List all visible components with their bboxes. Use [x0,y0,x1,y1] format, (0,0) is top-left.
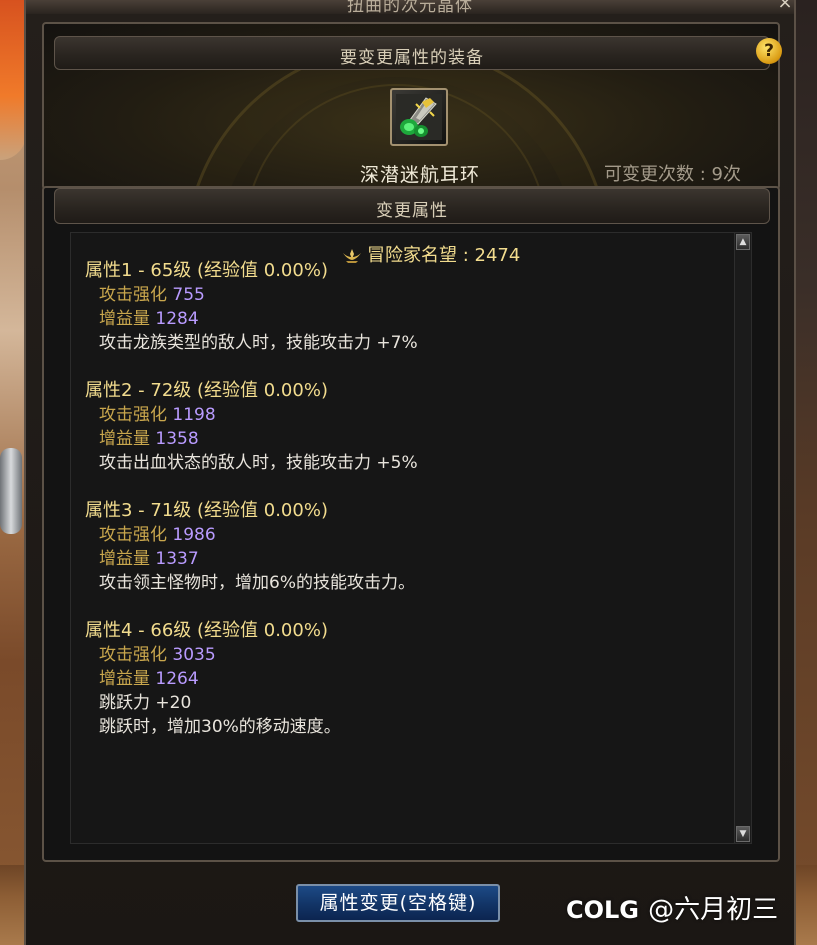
attribute-group-4: 属性4 - 66级 (经验值 0.00%) 攻击强化 3035 增益量 1264… [71,619,731,739]
attribute-effect: 攻击出血状态的敌人时，技能攻击力 +5% [99,453,418,473]
attack-boost-label: 攻击强化 [99,285,167,305]
buff-power-row: 增益量 1358 [71,427,731,451]
attack-boost-value: 3035 [172,645,216,665]
buff-power-row: 增益量 1337 [71,547,731,571]
attribute-effect: 跳跃力 +20 [99,693,192,713]
attributes-scrollbar[interactable]: ▲ ▼ [734,233,751,843]
attack-boost-row: 攻击强化 755 [71,283,731,307]
attack-boost-row: 攻击强化 3035 [71,643,731,667]
equipment-name: 深潜迷航耳环 [359,164,480,186]
watermark-brand: COLG [566,896,640,924]
attribute-effect: 攻击领主怪物时，增加6%的技能攻击力。 [99,573,415,593]
background-pole [0,448,22,534]
buff-power-row: 增益量 1264 [71,667,731,691]
attribute-group-1: 属性1 - 65级 (经验值 0.00%) 攻击强化 755 增益量 1284 … [71,259,731,355]
buff-power-value: 1284 [155,309,199,329]
buff-power-label: 增益量 [99,429,150,449]
attribute-effect: 跳跃时，增加30%的移动速度。 [99,717,341,737]
attack-boost-row: 攻击强化 1198 [71,403,731,427]
close-button[interactable]: × [774,0,796,12]
buff-power-value: 1264 [155,669,199,689]
buff-power-label: 增益量 [99,309,150,329]
attack-boost-value: 1198 [172,405,216,425]
watermark: COLG @六月初三 [566,889,778,926]
help-button[interactable]: ? [756,38,782,64]
equipment-panel-title: 要变更属性的装备 [340,48,484,68]
attribute-effect: 攻击龙族类型的敌人时，技能攻击力 +7% [99,333,418,353]
attack-boost-value: 1986 [172,525,216,545]
attribute-title: 属性3 - 71级 (经验值 0.00%) [85,500,328,521]
attack-boost-value: 755 [172,285,205,305]
attribute-title: 属性4 - 66级 (经验值 0.00%) [85,620,328,641]
attribute-group-3: 属性3 - 71级 (经验值 0.00%) 攻击强化 1986 增益量 1337… [71,499,731,595]
change-attribute-button[interactable]: 属性变更(空格键) [296,884,500,922]
equipment-panel-header: 要变更属性的装备 [54,36,770,70]
buff-power-row: 增益量 1284 [71,307,731,331]
attack-boost-label: 攻击强化 [99,525,167,545]
buff-power-label: 增益量 [99,669,150,689]
attributes-panel-title: 变更属性 [376,201,448,221]
window-titlebar: 扭曲的次元晶体 [26,0,794,14]
scroll-up-button[interactable]: ▲ [736,234,750,250]
attributes-panel: 变更属性 冒险家名望 : 2474 属性1 - 65级 (经验值 0.00%) … [42,186,780,862]
attack-boost-row: 攻击强化 1986 [71,523,731,547]
buff-power-value: 1337 [155,549,199,569]
change-count: 可变更次数 : 9次 [604,164,741,185]
equipment-panel: 要变更属性的装备 深潜迷航耳环 可变更次数 : 9次 [42,22,780,190]
attribute-title: 属性1 - 65级 (经验值 0.00%) [85,260,328,281]
background-character-hair [0,0,26,160]
window-title: 扭曲的次元晶体 [347,0,473,14]
attribute-title: 属性2 - 72级 (经验值 0.00%) [85,380,328,401]
buff-power-label: 增益量 [99,549,150,569]
dimension-crystal-window: 扭曲的次元晶体 × 要变更属性的装备 深潜迷航耳环 可变更次数 : 9次 ? 变… [24,0,796,945]
buff-power-value: 1358 [155,429,199,449]
earring-icon [396,94,442,140]
equipment-slot[interactable] [390,88,448,146]
attack-boost-label: 攻击强化 [99,405,167,425]
scroll-down-button[interactable]: ▼ [736,826,750,842]
attribute-group-2: 属性2 - 72级 (经验值 0.00%) 攻击强化 1198 增益量 1358… [71,379,731,475]
watermark-user: @六月初三 [648,895,779,925]
attributes-panel-header: 变更属性 [54,188,770,224]
attributes-content: 冒险家名望 : 2474 属性1 - 65级 (经验值 0.00%) 攻击强化 … [70,232,752,844]
attack-boost-label: 攻击强化 [99,645,167,665]
